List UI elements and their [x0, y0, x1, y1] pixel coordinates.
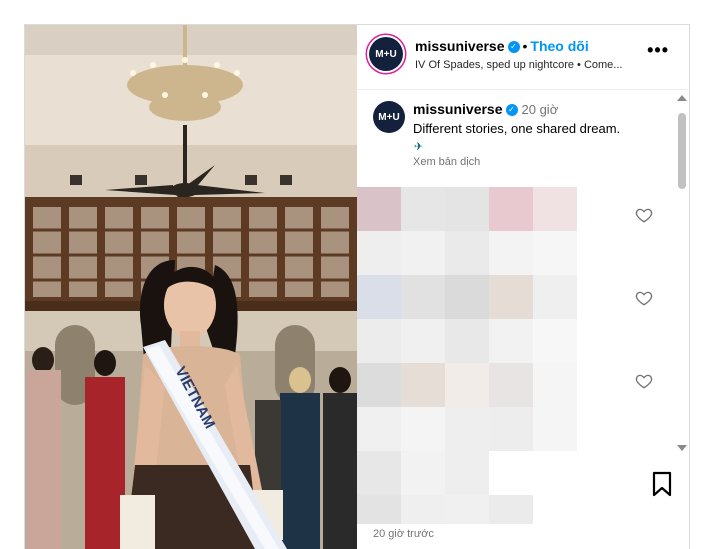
- caption-header: missuniverse ✓ 20 giờ: [413, 101, 558, 117]
- header-line: missuniverse ✓ • Theo dõi: [415, 38, 589, 54]
- verified-badge-icon: ✓: [507, 41, 520, 54]
- post-media[interactable]: VIETNAM: [25, 25, 357, 549]
- caption-username[interactable]: missuniverse: [413, 101, 503, 117]
- scrollbar-thumb[interactable]: [678, 113, 686, 189]
- author-avatar[interactable]: M+U: [369, 37, 403, 71]
- caption-time[interactable]: 20 giờ: [522, 102, 559, 117]
- post-side-panel: M+U missuniverse ✓ • Theo dõi IV Of Spades,…: [357, 25, 689, 549]
- airplane-emoji: ✈: [414, 141, 424, 153]
- blurred-comments: [357, 187, 631, 524]
- caption-avatar[interactable]: M+U: [373, 101, 405, 133]
- see-translation-button[interactable]: Xem bản dịch: [413, 156, 480, 168]
- avatar-logo-text: M+U: [378, 111, 400, 123]
- posted-time-ago[interactable]: 20 giờ trước: [373, 528, 434, 540]
- comments-scrollbar[interactable]: [675, 91, 689, 451]
- post-header: M+U missuniverse ✓ • Theo dõi IV Of Spades,…: [357, 25, 689, 90]
- caption-text: Different stories, one shared dream.: [413, 121, 621, 136]
- post-dialog: VIETNAM M+U missuniverse ✓ • Theo dõi IV Of…: [24, 24, 690, 549]
- scroll-down-arrow-icon[interactable]: [677, 445, 687, 451]
- author-username[interactable]: missuniverse: [415, 38, 505, 54]
- separator-dot: •: [522, 38, 528, 54]
- avatar-logo-text: M+U: [375, 48, 397, 60]
- like-comment-heart-icon[interactable]: [635, 206, 653, 224]
- bookmark-icon[interactable]: [651, 471, 673, 497]
- scroll-up-arrow-icon[interactable]: [677, 95, 687, 101]
- verified-badge-icon: ✓: [505, 104, 518, 117]
- more-options-icon[interactable]: •••: [647, 41, 669, 59]
- audio-track[interactable]: IV Of Spades, sped up nightcore • Come..…: [415, 59, 639, 71]
- follow-button[interactable]: Theo dõi: [530, 38, 588, 54]
- like-comment-heart-icon[interactable]: [635, 289, 653, 307]
- like-comment-heart-icon[interactable]: [635, 372, 653, 390]
